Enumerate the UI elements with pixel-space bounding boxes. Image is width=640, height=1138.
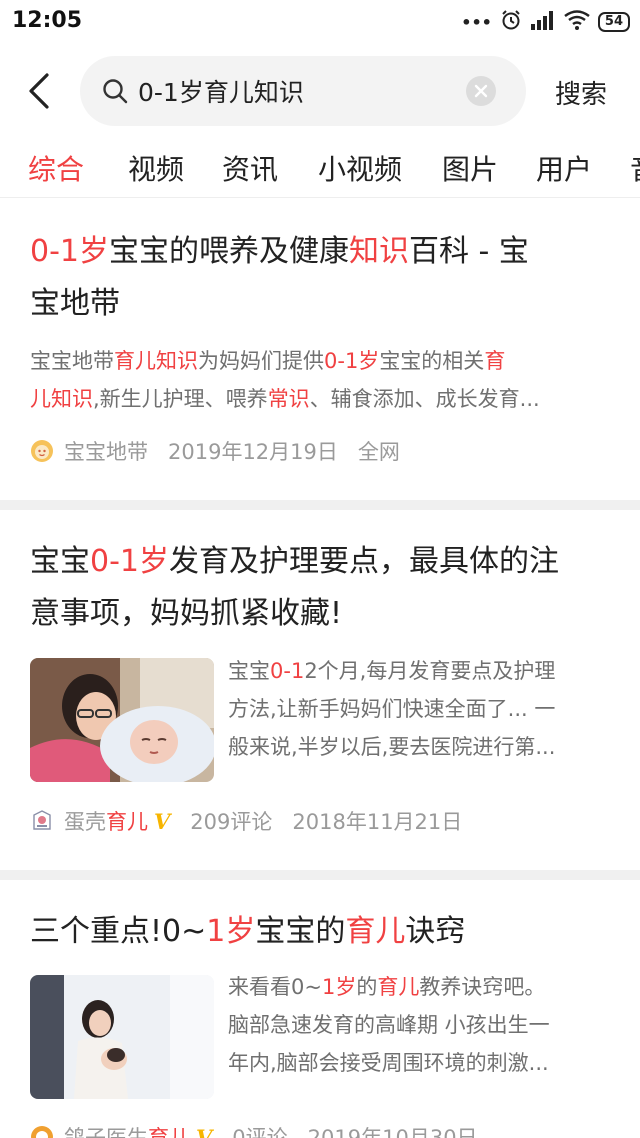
- result-date: 2018年11月21日: [292, 810, 463, 834]
- result-date: 2019年12月19日: [168, 440, 338, 464]
- alarm-icon: [500, 9, 522, 35]
- result-meta: 鸽子医生育儿 V 0评论 2019年10月30日: [30, 1122, 478, 1138]
- status-time: 12:05: [12, 8, 83, 33]
- search-result-1[interactable]: 0-1岁宝宝的喂养及健康知识百科 - 宝宝地带 宝宝地带育儿知识为妈妈们提供0-…: [0, 200, 640, 500]
- back-button[interactable]: [22, 68, 56, 114]
- search-box[interactable]: [80, 56, 526, 126]
- clear-search-button[interactable]: [466, 76, 496, 106]
- verified-badge: V: [196, 1124, 213, 1138]
- result-scope: 全网: [357, 440, 400, 464]
- status-icons: ••• 54: [461, 10, 630, 34]
- search-icon: [102, 78, 128, 108]
- result-summary: 宝宝地带育儿知识为妈妈们提供0-1岁宝宝的相关育 儿知识,新生儿护理、喂养常识、辅…: [30, 349, 540, 411]
- search-input[interactable]: [138, 71, 458, 111]
- search-submit-button[interactable]: 搜索: [555, 74, 607, 111]
- clear-icon: [474, 84, 488, 98]
- signal-dots: •••: [461, 12, 492, 32]
- result-thumbnail-mother-baby[interactable]: [30, 658, 214, 782]
- search-result-2[interactable]: 宝宝0-1岁发育及护理要点，最具体的注 意事项，妈妈抓紧收藏! 宝宝0-12个月,…: [0, 510, 640, 870]
- result-title[interactable]: 0-1岁宝宝的喂养及健康知识百科 - 宝宝地带: [30, 226, 620, 330]
- wifi-icon: [564, 10, 590, 34]
- result-thumbnail-nursing-mother[interactable]: [30, 975, 214, 1099]
- result-comments[interactable]: 0评论: [232, 1122, 287, 1138]
- result-date: 2019年10月30日: [307, 1126, 478, 1138]
- cell-signal-icon: [530, 10, 556, 34]
- result-source[interactable]: 蛋壳育儿: [64, 806, 148, 836]
- source-avatar-icon: [33, 810, 51, 830]
- category-tabs: 综合 视频 资讯 小视频 图片 用户 音: [0, 140, 640, 198]
- search-result-3[interactable]: 三个重点!0~1岁宝宝的育儿诀窍 来看看0~1岁的育儿教养诀窍吧。 脑部急速发育的…: [0, 880, 640, 1138]
- verified-badge: V: [154, 808, 171, 834]
- result-title[interactable]: 宝宝0-1岁发育及护理要点，最具体的注 意事项，妈妈抓紧收藏!: [30, 536, 620, 640]
- result-summary: 来看看0~1岁的育儿教养诀窍吧。 脑部急速发育的高峰期 小孩出生一 年内,脑部会接受…: [228, 975, 550, 1075]
- result-source[interactable]: 宝宝地带: [64, 436, 148, 466]
- status-bar: 12:05 ••• 54: [0, 0, 640, 44]
- tab-users[interactable]: 用户: [536, 148, 592, 188]
- result-meta: 宝宝地带 2019年12月19日 全网: [30, 436, 400, 466]
- search-header: 搜索: [0, 50, 640, 134]
- tab-images[interactable]: 图片: [442, 148, 498, 188]
- tab-video[interactable]: 视频: [128, 148, 184, 188]
- result-divider: [0, 500, 640, 510]
- result-summary: 宝宝0-12个月,每月发育要点及护理 方法,让新手妈妈们快速全面了... 一般来说…: [228, 659, 556, 759]
- result-meta: 蛋壳育儿 V 209评论 2018年11月21日: [30, 806, 462, 836]
- source-avatar-icon: [31, 1126, 53, 1138]
- result-source[interactable]: 鸽子医生育儿: [64, 1122, 190, 1138]
- tab-general[interactable]: 综合: [28, 148, 84, 188]
- tab-short-video[interactable]: 小视频: [318, 148, 402, 188]
- result-title[interactable]: 三个重点!0~1岁宝宝的育儿诀窍: [30, 906, 620, 958]
- result-comments[interactable]: 209评论: [190, 806, 272, 836]
- tab-music[interactable]: 音: [630, 148, 640, 188]
- back-arrow-icon: [29, 73, 49, 109]
- battery-indicator: 54: [597, 12, 630, 32]
- result-divider: [0, 870, 640, 880]
- tab-news[interactable]: 资讯: [222, 148, 278, 188]
- source-avatar-icon: [31, 440, 53, 462]
